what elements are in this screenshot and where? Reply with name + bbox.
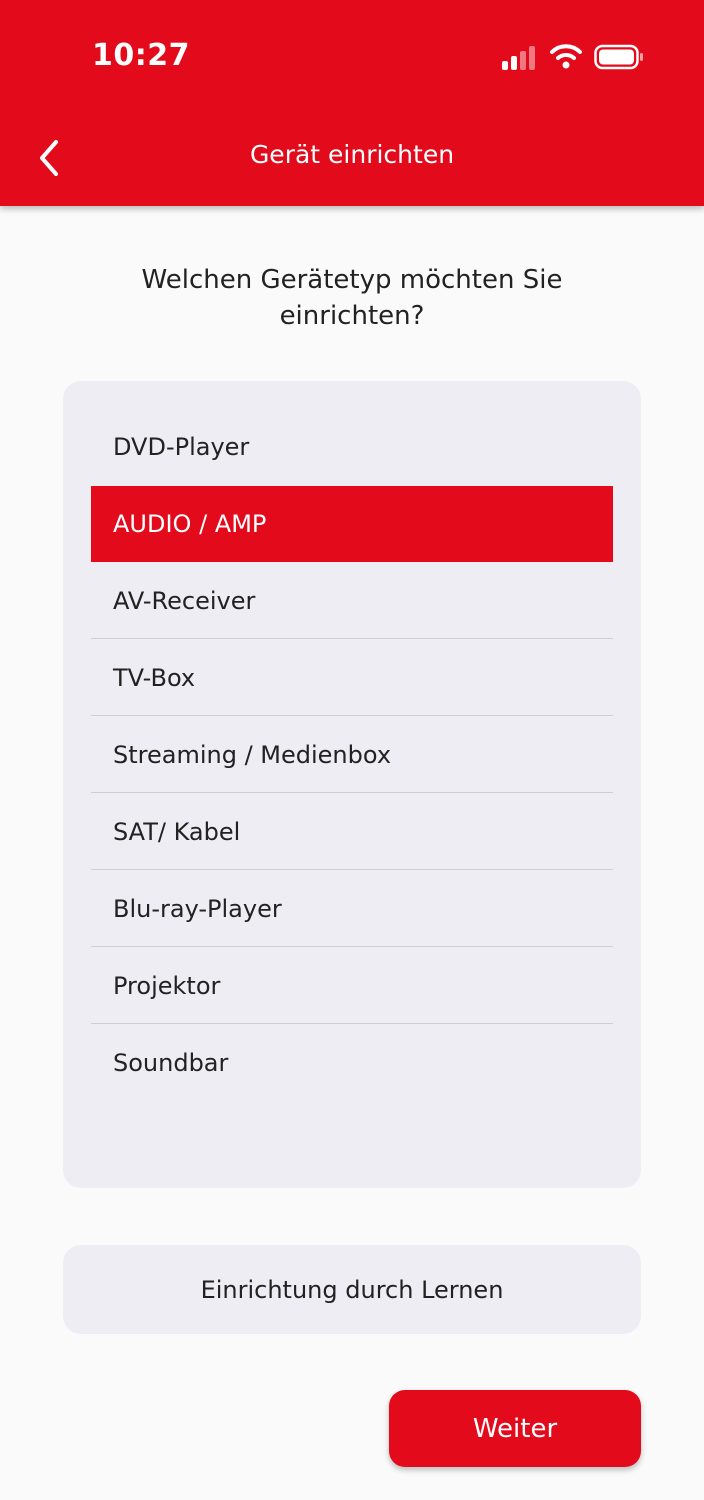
learn-setup-button[interactable]: Einrichtung durch Lernen — [63, 1245, 641, 1334]
battery-icon — [594, 44, 643, 70]
list-item-label: Blu-ray-Player — [113, 894, 282, 923]
signal-icon — [502, 44, 542, 70]
list-item-label: AV-Receiver — [113, 586, 256, 615]
list-item-label: TV-Box — [113, 663, 196, 692]
list-item-audio-amp[interactable]: AUDIO / AMP — [91, 486, 613, 562]
list-item-label: Soundbar — [113, 1049, 229, 1077]
list-item-sat-kabel[interactable]: SAT/ Kabel — [91, 794, 613, 870]
question-heading: Welchen Gerätetyp möchten Sie einrichten… — [141, 265, 563, 331]
list-item-av-receiver[interactable]: AV-Receiver — [91, 563, 613, 639]
status-time: 10:27 — [92, 38, 190, 73]
list-item-dvd-player[interactable]: DVD-Player — [91, 409, 613, 485]
list-item-projektor[interactable]: Projektor — [91, 948, 613, 1024]
list-item-streaming-medienbox[interactable]: Streaming / Medienbox — [91, 717, 613, 793]
list-item-tv-box[interactable]: TV-Box — [91, 640, 613, 716]
device-type-list: DVD-Player AUDIO / AMP AV-Receiver TV-Bo… — [63, 381, 641, 1188]
wifi-icon — [550, 44, 582, 69]
list-item-soundbar[interactable]: Soundbar — [91, 1025, 613, 1101]
page-title: Gerät einrichten — [249, 140, 455, 169]
next-button[interactable]: Weiter — [389, 1390, 641, 1467]
list-item-label: DVD-Player — [113, 433, 250, 461]
list-item-label: SAT/ Kabel — [113, 817, 241, 846]
list-item-label: Projektor — [113, 971, 221, 1000]
list-item-label: Streaming / Medienbox — [113, 740, 392, 769]
list-item-blu-ray-player[interactable]: Blu-ray-Player — [91, 871, 613, 947]
app-header: 10:27 Gerät einrichten — [0, 0, 704, 206]
list-item-label: AUDIO / AMP — [113, 510, 267, 538]
